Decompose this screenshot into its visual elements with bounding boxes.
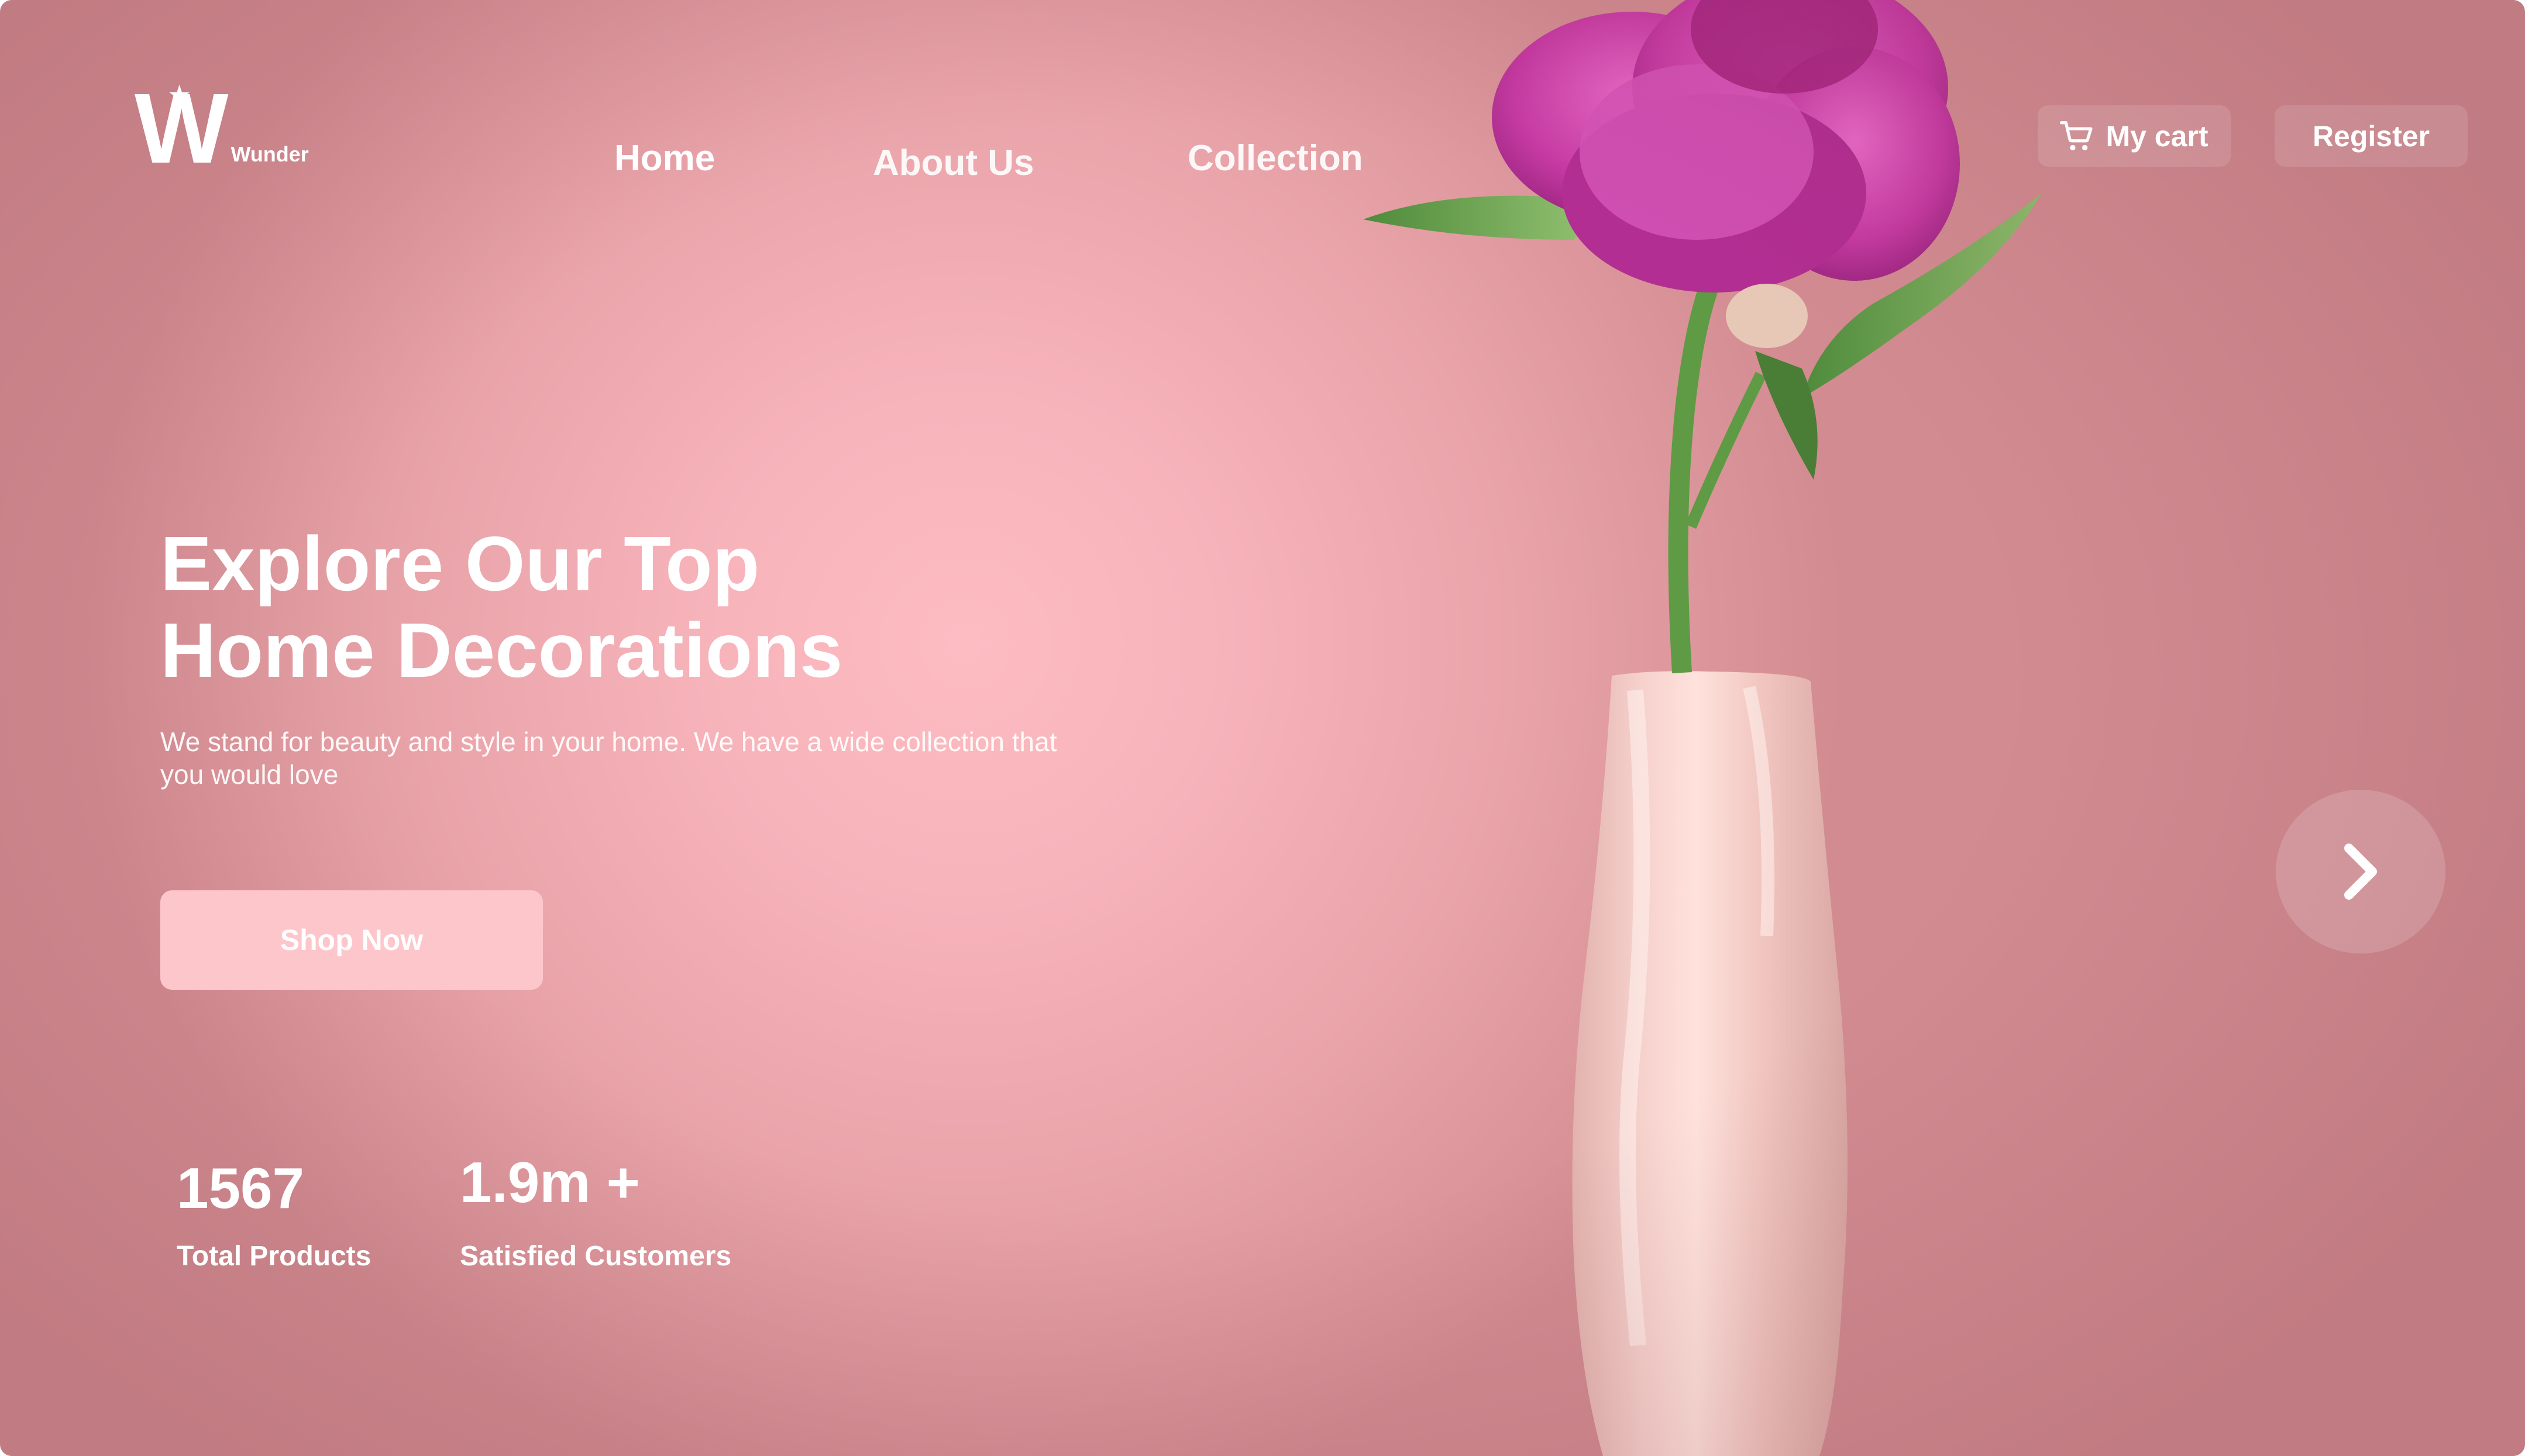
shop-now-button[interactable]: Shop Now [160,890,543,990]
cart-icon [2060,121,2093,150]
landing-page: ★ W Wunder Home About Us Collection My c… [0,0,2525,1456]
nav-home[interactable]: Home [614,137,715,179]
register-label: Register [2312,119,2430,153]
stat-satisfied-customers-label: Satisfied Customers [460,1241,732,1272]
stat-satisfied-customers-value: 1.9m + [460,1150,640,1214]
my-cart-label: My cart [2106,119,2208,153]
chevron-right-icon [2344,844,2377,900]
nav-about-us[interactable]: About Us [873,142,1034,184]
nav-collection[interactable]: Collection [1188,137,1363,179]
hero-subtitle: We stand for beauty and style in your ho… [160,727,1057,790]
hero-title-line-2: Home Decorations [160,607,843,693]
hero-title: Explore Our Top Home Decorations [160,521,842,694]
logo-text: Wunder [231,142,309,166]
hero-title-line-1: Explore Our Top [160,521,760,607]
my-cart-button[interactable]: My cart [2038,105,2231,167]
brand-logo[interactable]: ★ W Wunder [135,79,309,178]
stat-total-products-label: Total Products [177,1241,371,1272]
next-slide-button[interactable] [2276,790,2445,954]
logo-star-icon: ★ [167,80,192,110]
register-button[interactable]: Register [2275,105,2468,167]
stat-total-products-value: 1567 [177,1156,305,1220]
